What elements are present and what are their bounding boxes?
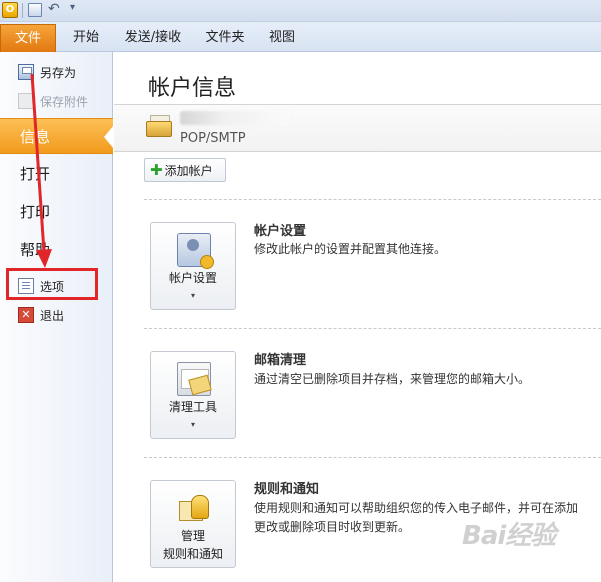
account-type: POP/SMTP <box>180 131 246 146</box>
tab-folder[interactable]: 文件夹 <box>198 26 252 52</box>
account-info-panel: 帐户信息 POP/SMTP ✚ 添加帐户 帐户设置 ▾ 帐户设置 修改此帐户的设… <box>114 52 601 582</box>
add-account-button[interactable]: ✚ 添加帐户 <box>144 158 226 182</box>
watermark: Bai经验 <box>462 521 556 551</box>
nav-info[interactable]: 信息 <box>0 118 114 154</box>
account-settings-button[interactable]: 帐户设置 ▾ <box>150 222 236 310</box>
save-icon[interactable] <box>28 3 42 17</box>
rules-alerts-icon <box>177 491 211 525</box>
customize-icon[interactable]: ▾ <box>70 2 75 13</box>
add-account-label: 添加帐户 <box>164 163 213 178</box>
chevron-down-icon: ▾ <box>190 420 195 429</box>
manage-rules-button[interactable]: 管理 规则和通知 <box>150 480 236 568</box>
mailbox-cleanup-description: 通过清空已删除项目并存档，来管理您的邮箱大小。 <box>254 372 531 386</box>
ribbon-tab-bar: 文件 开始 发送/接收 文件夹 视图 <box>0 22 601 52</box>
save-as-icon <box>18 64 34 80</box>
section-divider <box>144 328 601 329</box>
undo-icon[interactable]: ↶ <box>48 1 60 17</box>
tab-file[interactable]: 文件 <box>0 24 56 52</box>
nav-save-attachments: 保存附件 <box>18 91 88 111</box>
nav-save-attachments-label: 保存附件 <box>40 94 89 109</box>
toolbar-separator <box>22 3 23 18</box>
exit-icon: ✕ <box>18 307 34 323</box>
plus-icon: ✚ <box>150 161 163 179</box>
page-title: 帐户信息 <box>148 76 237 101</box>
outlook-logo-icon[interactable]: O <box>2 2 18 18</box>
account-settings-description: 修改此帐户的设置并配置其他连接。 <box>254 242 447 256</box>
backstage-nav: 另存为 保存附件 信息 打开 打印 帮助 选项 ✕ 退出 <box>0 52 114 582</box>
tab-send-receive[interactable]: 发送/接收 <box>118 26 188 52</box>
manage-rules-label-line2: 规则和通知 <box>162 547 223 561</box>
nav-save-as[interactable]: 另存为 <box>18 62 76 82</box>
nav-save-as-label: 另存为 <box>40 65 77 80</box>
account-folder-icon <box>146 115 174 139</box>
manage-rules-label-line1: 管理 <box>180 529 205 543</box>
attachment-icon <box>18 93 34 109</box>
account-settings-icon <box>177 233 214 269</box>
rules-alerts-title: 规则和通知 <box>254 482 320 497</box>
cleanup-tools-button[interactable]: 清理工具 ▾ <box>150 351 236 439</box>
cleanup-tools-icon <box>177 362 211 396</box>
nav-open[interactable]: 打开 <box>0 156 113 192</box>
section-divider <box>144 199 601 200</box>
chevron-down-icon: ▾ <box>190 291 195 300</box>
account-settings-button-label: 帐户设置 <box>168 271 217 285</box>
tab-home[interactable]: 开始 <box>64 26 108 52</box>
account-settings-title: 帐户设置 <box>254 224 307 239</box>
cleanup-tools-button-label: 清理工具 <box>168 400 217 414</box>
account-selector[interactable]: POP/SMTP <box>114 104 601 152</box>
nav-print[interactable]: 打印 <box>0 194 113 230</box>
nav-exit-label: 退出 <box>40 308 65 323</box>
section-divider <box>144 457 601 458</box>
tab-view[interactable]: 视图 <box>262 26 302 52</box>
nav-help[interactable]: 帮助 <box>0 232 113 268</box>
options-highlight-annotation <box>6 268 98 300</box>
mailbox-cleanup-title: 邮箱清理 <box>254 353 307 368</box>
quick-access-toolbar: O ↶ ▾ <box>0 0 601 22</box>
nav-exit[interactable]: ✕ 退出 <box>18 305 64 325</box>
account-name-redacted <box>180 111 290 125</box>
